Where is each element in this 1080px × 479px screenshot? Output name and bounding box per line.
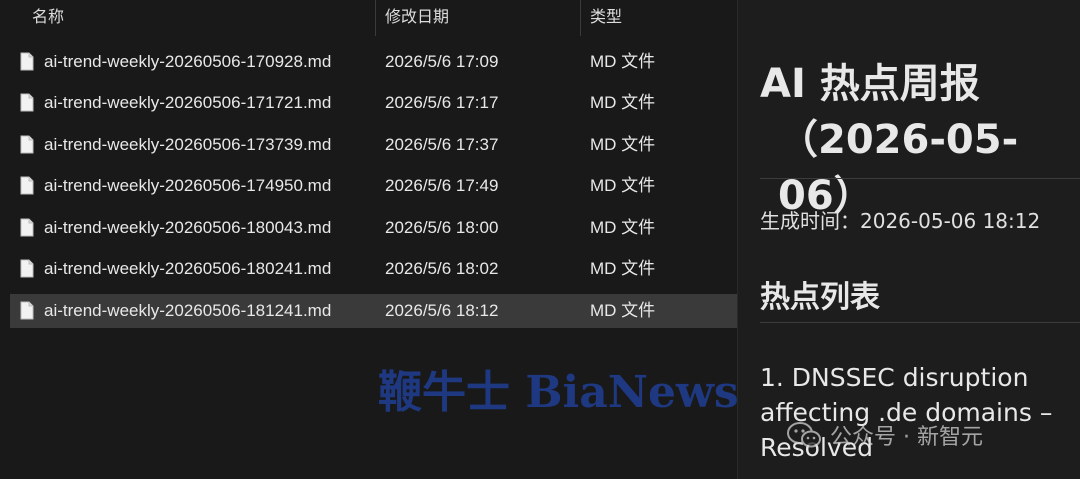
file-icon <box>20 301 34 320</box>
bianews-watermark: 鞭牛士 BiaNews <box>378 367 739 418</box>
file-row[interactable]: ai-trend-weekly-20260506-173739.md 2026/… <box>10 128 737 162</box>
column-header-name[interactable]: 名称 <box>32 0 64 36</box>
file-type: MD 文件 <box>590 218 656 237</box>
file-row[interactable]: ai-trend-weekly-20260506-171721.md 2026/… <box>10 86 737 120</box>
file-name: ai-trend-weekly-20260506-174950.md <box>44 176 332 195</box>
file-explorer: ^ 名称 修改日期 类型 ai-trend-weekly-20260506-17… <box>0 0 739 479</box>
file-name: ai-trend-weekly-20260506-180241.md <box>44 259 332 278</box>
file-modified: 2026/5/6 17:17 <box>385 93 499 112</box>
preview-pane: AI 热点周报 （2026-05-06） 生成时间：2026-05-06 18:… <box>738 0 1080 479</box>
column-header-bar: ^ 名称 修改日期 类型 <box>0 0 737 36</box>
file-row[interactable]: ai-trend-weekly-20260506-174950.md 2026/… <box>10 169 737 203</box>
file-type: MD 文件 <box>590 176 656 195</box>
column-separator[interactable] <box>580 0 581 36</box>
file-type: MD 文件 <box>590 301 656 320</box>
file-modified: 2026/5/6 17:37 <box>385 135 499 154</box>
preview-generated-time: 生成时间：2026-05-06 18:12 <box>760 209 1041 233</box>
preview-title: AI 热点周报 （2026-05-06） <box>760 56 1080 224</box>
file-name: ai-trend-weekly-20260506-170928.md <box>44 52 332 71</box>
file-type: MD 文件 <box>590 135 656 154</box>
column-header-modified[interactable]: 修改日期 <box>385 0 449 36</box>
column-separator[interactable] <box>375 0 376 36</box>
file-row[interactable]: ai-trend-weekly-20260506-170928.md 2026/… <box>10 45 737 79</box>
file-modified: 2026/5/6 18:00 <box>385 218 499 237</box>
file-name: ai-trend-weekly-20260506-171721.md <box>44 93 332 112</box>
file-row[interactable]: ai-trend-weekly-20260506-180241.md 2026/… <box>10 252 737 286</box>
file-row-selected[interactable]: ai-trend-weekly-20260506-181241.md 2026/… <box>10 294 737 328</box>
sort-ascending-icon: ^ <box>193 0 199 6</box>
file-icon <box>20 93 34 112</box>
file-modified: 2026/5/6 17:09 <box>385 52 499 71</box>
file-name: ai-trend-weekly-20260506-181241.md <box>44 301 332 320</box>
file-icon <box>20 259 34 278</box>
wechat-watermark: 公众号 · 新智元 <box>786 418 983 452</box>
title-divider <box>760 178 1080 179</box>
wechat-icon <box>787 422 821 448</box>
file-modified: 2026/5/6 18:02 <box>385 259 499 278</box>
file-type: MD 文件 <box>590 93 656 112</box>
preview-section-heading: 热点列表 <box>760 280 880 315</box>
file-modified: 2026/5/6 18:12 <box>385 301 499 320</box>
column-header-type[interactable]: 类型 <box>590 0 622 36</box>
preview-title-line1: AI 热点周报 <box>760 61 980 107</box>
file-type: MD 文件 <box>590 259 656 278</box>
file-name: ai-trend-weekly-20260506-180043.md <box>44 218 332 237</box>
file-icon <box>20 176 34 195</box>
file-icon <box>20 52 34 71</box>
file-row[interactable]: ai-trend-weekly-20260506-180043.md 2026/… <box>10 211 737 245</box>
file-icon <box>20 135 34 154</box>
file-type: MD 文件 <box>590 52 656 71</box>
file-icon <box>20 218 34 237</box>
section-divider <box>760 322 1080 323</box>
wechat-watermark-text: 公众号 · 新智元 <box>830 425 983 450</box>
file-modified: 2026/5/6 17:49 <box>385 176 499 195</box>
file-name: ai-trend-weekly-20260506-173739.md <box>44 135 332 154</box>
